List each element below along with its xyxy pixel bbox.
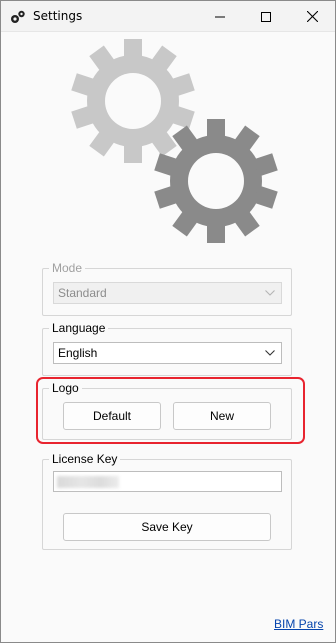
chevron-down-icon — [265, 350, 275, 356]
window-title: Settings — [33, 9, 83, 23]
language-label: Language — [52, 321, 106, 335]
close-icon — [306, 11, 318, 22]
new-logo-button[interactable]: New — [173, 402, 271, 430]
close-button[interactable] — [289, 1, 335, 32]
dark-gear-icon — [154, 119, 278, 243]
title-bar[interactable]: Settings — [1, 1, 335, 32]
light-gear-icon — [71, 39, 195, 163]
mode-label: Mode — [52, 261, 83, 275]
maximize-icon — [261, 11, 271, 22]
gears-illustration — [71, 39, 278, 243]
bim-pars-link[interactable]: BIM Pars — [274, 617, 323, 631]
gears-icon — [11, 10, 25, 23]
language-value: English — [58, 346, 98, 360]
default-logo-button[interactable]: Default — [63, 402, 161, 430]
license-label: License Key — [52, 452, 118, 466]
redacted-key-text — [57, 476, 119, 488]
mode-select[interactable]: Standard — [53, 282, 282, 304]
language-select[interactable]: English — [53, 342, 282, 364]
save-key-button[interactable]: Save Key — [63, 513, 271, 541]
minimize-icon — [215, 16, 225, 17]
license-key-input[interactable] — [53, 471, 282, 492]
minimize-button[interactable] — [197, 1, 243, 32]
chevron-down-icon — [265, 290, 275, 296]
logo-label: Logo — [52, 381, 79, 395]
mode-value: Standard — [58, 286, 107, 300]
settings-window: Settings Mode Standard Language English … — [0, 0, 336, 643]
maximize-button[interactable] — [243, 1, 289, 32]
